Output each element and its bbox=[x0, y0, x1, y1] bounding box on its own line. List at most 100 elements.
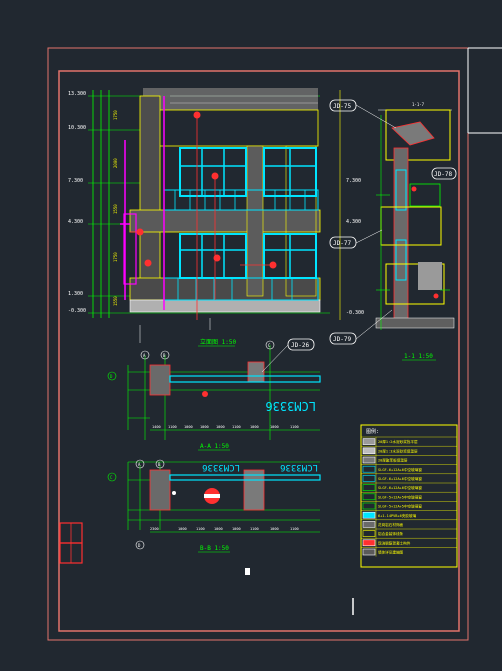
elevation-caption: 立面图 1:50 bbox=[200, 338, 236, 346]
plan-b-wall-mid bbox=[243, 469, 265, 511]
legend-item-label: SLGF-6+12A+6中空玻璃窗 bbox=[378, 476, 422, 481]
legend-swatch bbox=[362, 521, 376, 528]
axis-a-2: B bbox=[163, 353, 166, 358]
axis-b-3: C bbox=[110, 475, 113, 480]
legend-item-label: 20厚1:3水泥砂浆保温层 bbox=[378, 448, 418, 453]
plan-a-dim-5: 1000 bbox=[216, 425, 225, 429]
level-label-3: 7.300 bbox=[68, 178, 83, 184]
plan-a-glazing bbox=[169, 375, 321, 383]
plan-a-window-label: LCM3336 bbox=[265, 399, 316, 413]
legend-item-label: SLGF-6+12A+6中空玻璃窗 bbox=[378, 467, 422, 472]
cad-drawing[interactable]: 13.300 10.300 7.300 4.300 1.300 -0.300 1… bbox=[0, 0, 502, 667]
plan-a-wall-mid bbox=[247, 361, 265, 383]
elevation-drawing[interactable]: 13.300 10.300 7.300 4.300 1.300 -0.300 1… bbox=[68, 88, 364, 347]
axis-a-3: C bbox=[268, 343, 271, 348]
section-label-top: 1-1-7 bbox=[412, 102, 425, 107]
right-level-3: -0.300 bbox=[346, 310, 364, 316]
plan-b-dim-4: 1000 bbox=[214, 527, 223, 531]
axis-b-1: A bbox=[138, 462, 141, 467]
legend-swatch bbox=[362, 502, 376, 510]
plan-a-dim-7: 1000 bbox=[250, 425, 259, 429]
legend-item-label: 6+1.14PVB+6夹胶玻璃 bbox=[378, 513, 417, 518]
legend-item-label: 现浇钢筋混凝土构件 bbox=[378, 540, 411, 545]
plan-a-dim-1: 1400 bbox=[152, 425, 161, 429]
upper-wall-block bbox=[142, 109, 319, 147]
section-caption: 1-1 1:50 bbox=[404, 353, 433, 360]
plan-b-dim-1: 2300 bbox=[150, 527, 159, 531]
span-label-3: 1550 bbox=[113, 204, 118, 214]
detail-box-mid bbox=[380, 206, 442, 246]
plan-b-dim-5: 1000 bbox=[232, 527, 241, 531]
plan-a-wall-left bbox=[149, 364, 171, 396]
span-label-1: 1750 bbox=[113, 110, 118, 120]
legend-title: 图例: bbox=[366, 428, 379, 435]
legend-swatch bbox=[362, 456, 376, 464]
tag-jd77[interactable]: JD-77 bbox=[333, 240, 351, 247]
plan-a-dim-4: 1000 bbox=[200, 425, 209, 429]
legend-item-label: 铝合金装饰线条 bbox=[378, 531, 404, 536]
viewport-corner-box bbox=[467, 47, 502, 134]
window-upper-1 bbox=[179, 147, 247, 197]
legend-item-label: 墙体详见建施图 bbox=[378, 550, 404, 555]
legend-swatch bbox=[362, 511, 376, 519]
legend-table[interactable]: 图例: 20厚1:2水泥砂浆找平层 20厚1:3水泥砂浆保温层 20厚聚苯板保温层 S… bbox=[360, 424, 458, 568]
plan-a-dim-8: 1000 bbox=[270, 425, 279, 429]
legend-item-label: SLGF-6+12A+6中空玻璃窗 bbox=[378, 485, 422, 490]
plan-b-window-label-2: LCM3336 bbox=[280, 462, 318, 472]
legend-swatch bbox=[362, 493, 376, 501]
plan-b-dim-2: 1000 bbox=[178, 527, 187, 531]
legend-swatch bbox=[362, 530, 376, 537]
legend-swatch bbox=[362, 539, 376, 547]
plan-b-dim-8: 1100 bbox=[290, 527, 299, 531]
span-label-5: 1550 bbox=[113, 296, 118, 306]
span-label-2: 2000 bbox=[113, 158, 118, 168]
legend-swatch bbox=[362, 475, 376, 482]
plan-b-dim-3: 1100 bbox=[196, 527, 205, 531]
cad-drawing-viewport[interactable]: 13.300 10.300 7.300 4.300 1.300 -0.300 1… bbox=[0, 0, 502, 667]
axis-b-4: D bbox=[138, 543, 141, 548]
level-label-4: 4.300 bbox=[68, 219, 83, 225]
stone-column-center bbox=[246, 145, 264, 297]
plan-b-dim-7: 1000 bbox=[270, 527, 279, 531]
plan-b-wall-left bbox=[149, 469, 171, 511]
level-label-5: 1.300 bbox=[68, 291, 83, 297]
axis-a-4: D bbox=[110, 374, 113, 379]
legend-item-label: 20厚1:2水泥砂浆找平层 bbox=[378, 439, 418, 444]
plan-a-a[interactable]: A B C D LCM3336 JD-26 1400 1100 1000 100… bbox=[107, 338, 321, 451]
legend-item-label: SLGF-5+12A+5中空玻璃窗 bbox=[378, 494, 422, 499]
plan-b-b[interactable]: A B C D LCM3336 LCM3336 2300 1000 1100 1… bbox=[107, 459, 321, 553]
level-label-2: 10.300 bbox=[68, 125, 86, 131]
span-label-4: 1750 bbox=[113, 252, 118, 262]
tag-jd75[interactable]: JD-75 bbox=[333, 103, 351, 110]
legend-item-label: 20厚聚苯板保温层 bbox=[378, 458, 408, 463]
plan-b-window-label-1: LCM3336 bbox=[202, 462, 240, 472]
tag-jd78[interactable]: JD-78 bbox=[434, 171, 452, 178]
section-ground-hatch bbox=[375, 317, 455, 329]
plan-a-dim-2: 1100 bbox=[168, 425, 177, 429]
plinth bbox=[129, 299, 321, 313]
tag-jd26[interactable]: JD-26 bbox=[291, 342, 309, 349]
legend-swatch bbox=[362, 548, 376, 556]
north-note-boxes bbox=[59, 522, 83, 564]
plan-a-dim-9: 1100 bbox=[290, 425, 299, 429]
rail-upper bbox=[163, 189, 319, 211]
right-level-2: 4.300 bbox=[346, 219, 361, 225]
plan-a-dim-6: 1100 bbox=[232, 425, 241, 429]
plan-b-caption: B-B 1:50 bbox=[200, 545, 229, 552]
legend-item-label: SLGF-5+12A+5中空玻璃窗 bbox=[378, 504, 422, 509]
plan-a-caption: A-A 1:50 bbox=[200, 443, 229, 450]
axis-a-1: A bbox=[143, 353, 146, 358]
section-detail-1-1[interactable]: 1-1-7 JD-78 1-1 1:50 bbox=[355, 102, 457, 361]
level-label-6: -0.300 bbox=[68, 308, 86, 314]
legend-swatch bbox=[362, 465, 376, 473]
window-lower-1 bbox=[179, 233, 247, 279]
plan-a-dim-3: 1000 bbox=[184, 425, 193, 429]
tag-jd79[interactable]: JD-79 bbox=[333, 336, 351, 343]
legend-swatch bbox=[362, 447, 376, 455]
axis-b-2: B bbox=[158, 462, 161, 467]
legend-swatch bbox=[362, 438, 376, 445]
stone-band-base bbox=[129, 277, 321, 301]
stone-band-mid bbox=[129, 209, 321, 233]
legend-swatch bbox=[362, 484, 376, 491]
white-marker-square bbox=[245, 568, 250, 575]
